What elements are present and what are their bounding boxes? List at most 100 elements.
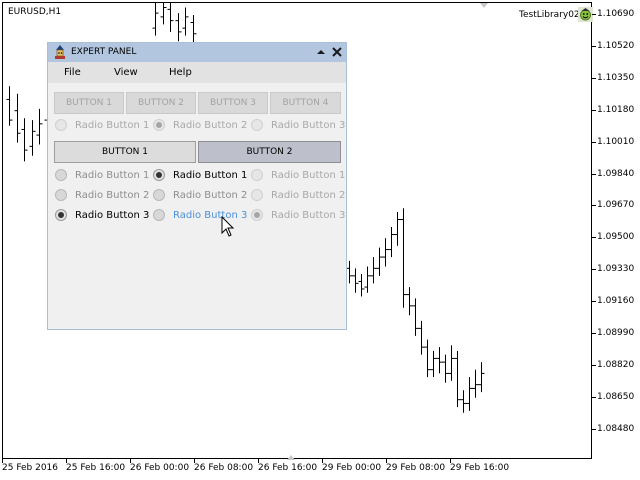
ohlc-bar	[406, 287, 413, 316]
disabled-radio-3[interactable]: Radio Button 3	[251, 118, 346, 134]
disabled-button-3[interactable]: BUTTON 3	[198, 92, 268, 114]
time-tick	[2, 459, 3, 463]
price-tick	[592, 14, 596, 15]
time-tick	[386, 459, 387, 463]
radio-label: Radio Button 1	[271, 170, 346, 181]
group1-radio-2[interactable]: Radio Button 2	[55, 188, 150, 204]
group3-radio-2[interactable]: Radio Button 2	[251, 188, 346, 204]
group1-radio-3[interactable]: Radio Button 3	[55, 208, 150, 224]
ohlc-bar	[412, 298, 419, 336]
price-tick	[592, 364, 596, 366]
radio-indicator	[55, 169, 67, 181]
disabled-button-1[interactable]: BUTTON 1	[54, 92, 124, 114]
ohlc-bar	[190, 15, 197, 44]
expert-wizard-icon	[55, 45, 65, 59]
radio-label: Radio Button 2	[271, 190, 346, 201]
time-tick-label: 26 Feb 16:00	[258, 463, 318, 473]
radio-label: Radio Button 1	[75, 170, 150, 181]
disabled-radio-2[interactable]: Radio Button 2	[153, 118, 248, 134]
price-tick	[592, 396, 596, 398]
radio-indicator	[153, 209, 165, 221]
price-tick-label: 1.09330	[597, 264, 635, 275]
ohlc-bar	[358, 273, 365, 297]
group3-radio-3[interactable]: Radio Button 3	[251, 208, 346, 224]
group1-radio-1[interactable]: Radio Button 1	[55, 168, 150, 184]
scroll-marker-top	[480, 3, 488, 8]
ohlc-bar	[167, 3, 174, 32]
menu-bar: File View Help	[48, 62, 346, 83]
expert-smiley-icon[interactable]	[578, 7, 593, 22]
time-tick-label: 29 Feb 08:00	[386, 463, 446, 473]
radio-label: Radio Button 3	[271, 210, 346, 221]
tab-button-1[interactable]: BUTTON 1	[54, 141, 196, 163]
expert-panel[interactable]: EXPERT PANEL File View Help BUTTON 1 BUT…	[47, 42, 347, 330]
radio-indicator	[251, 119, 263, 131]
ohlc-bar	[160, 3, 167, 25]
ohlc-bar	[346, 260, 353, 284]
ohlc-bar	[29, 120, 36, 156]
radio-indicator	[153, 189, 165, 201]
panel-title-bar[interactable]: EXPERT PANEL	[48, 43, 346, 62]
menu-view[interactable]: View	[114, 67, 138, 78]
price-tick-label: 1.09670	[597, 200, 635, 211]
price-tick	[592, 428, 596, 430]
ohlc-bar	[460, 390, 467, 413]
time-tick	[450, 459, 451, 463]
price-tick-label: 1.08820	[597, 359, 635, 370]
ohlc-bar	[382, 238, 389, 267]
close-icon[interactable]	[330, 44, 344, 60]
panel-title: EXPERT PANEL	[71, 47, 137, 57]
ohlc-bar	[454, 350, 461, 408]
time-tick-label: 26 Feb 08:00	[194, 463, 254, 473]
radio-indicator	[153, 169, 165, 181]
price-tick	[592, 205, 596, 207]
price-tick-label: 1.09840	[597, 168, 635, 179]
radio-indicator	[251, 169, 263, 181]
radio-indicator	[55, 209, 67, 221]
ohlc-bar	[6, 86, 13, 126]
menu-help[interactable]: Help	[169, 67, 192, 78]
radio-indicator	[55, 119, 67, 131]
price-tick-label: 1.10690	[597, 9, 635, 19]
time-tick-label: 26 Feb 00:00	[130, 463, 190, 473]
ohlc-bar	[424, 339, 431, 378]
radio-label: Radio Button 3	[271, 120, 346, 131]
radio-label: Radio Button 1	[75, 120, 150, 131]
tab-button-2[interactable]: BUTTON 2	[198, 141, 341, 163]
group3-radio-1[interactable]: Radio Button 1	[251, 168, 346, 184]
ohlc-bar	[436, 347, 443, 374]
ohlc-bar	[175, 13, 182, 42]
disabled-radio-1[interactable]: Radio Button 1	[55, 118, 150, 134]
menu-file[interactable]: File	[64, 67, 81, 78]
radio-label: Radio Button 2	[75, 190, 150, 201]
price-tick-label: 1.10350	[597, 72, 635, 83]
time-tick	[322, 459, 323, 463]
disabled-button-4[interactable]: BUTTON 4	[270, 92, 341, 114]
group2-radio-2[interactable]: Radio Button 2	[153, 188, 248, 204]
radio-indicator	[153, 119, 165, 131]
radio-label: Radio Button 3	[173, 210, 248, 221]
price-tick	[592, 333, 596, 334]
price-tick-label: 1.08990	[597, 328, 635, 338]
radio-label: Radio Button 2	[173, 190, 248, 201]
ohlc-bar	[182, 7, 189, 36]
time-tick-label: 29 Feb 16:00	[450, 463, 510, 473]
price-tick	[592, 141, 596, 143]
price-tick-label: 1.08650	[597, 391, 635, 402]
scroll-marker-bottom	[287, 455, 295, 460]
ohlc-bar	[430, 350, 437, 378]
ohlc-bar	[394, 212, 401, 246]
ohlc-bar	[370, 257, 377, 284]
radio-label: Radio Button 1	[173, 170, 248, 181]
price-tick	[592, 269, 596, 271]
time-tick-label: 25 Feb 16:00	[66, 463, 126, 473]
radio-indicator	[251, 209, 263, 221]
price-tick-label: 1.10010	[597, 136, 635, 147]
ohlc-bar	[400, 208, 407, 308]
ohlc-bar	[478, 362, 485, 393]
price-tick-label: 1.09160	[597, 296, 635, 307]
ohlc-bar	[364, 266, 371, 293]
disabled-button-2[interactable]: BUTTON 2	[126, 92, 196, 114]
collapse-arrow-icon[interactable]	[314, 44, 328, 60]
group2-radio-1[interactable]: Radio Button 1	[153, 168, 248, 184]
